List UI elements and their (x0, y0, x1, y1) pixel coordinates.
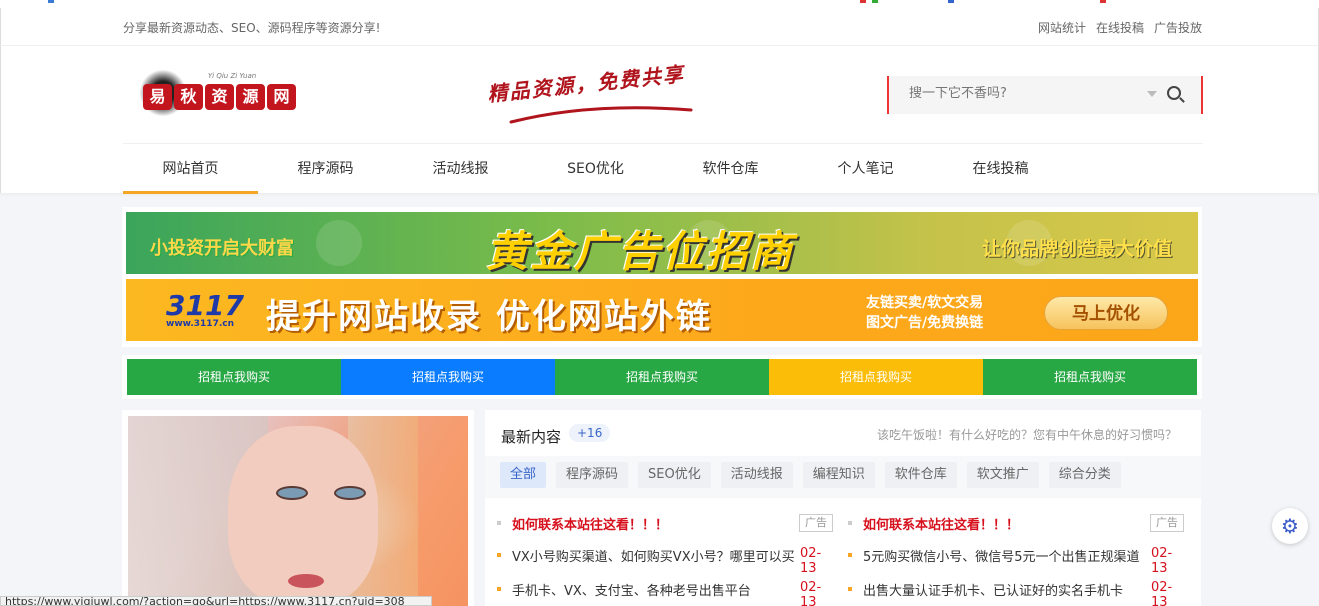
banner1-left-text: 小投资开启大财富 (150, 238, 294, 259)
search-icon[interactable] (1167, 86, 1181, 100)
gold-ad-banner[interactable]: 小投资开启大财富 黄金广告位招商 让你品牌创造最大价值 (126, 212, 1198, 274)
latest-count-badge: +16 (569, 424, 611, 442)
list-item: 出售大量认证手机卡、已认证好的实名手机卡 02-13 (848, 580, 1188, 606)
bullet-icon (848, 521, 852, 525)
rent-slot-button[interactable]: 招租点我购买 (769, 359, 983, 395)
post-title[interactable]: VX小号购买渠道、如何购买VX小号？哪里可以买 (512, 546, 797, 565)
rent-slot-button[interactable]: 招租点我购买 (341, 359, 555, 395)
banner-area: 小投资开启大财富 黄金广告位招商 让你品牌创造最大价值 3117 www.311… (122, 207, 1202, 347)
latest-title: 最新内容 (501, 428, 562, 446)
post-date: 02-13 (1151, 580, 1173, 606)
banner2-brand: 3117 (166, 289, 244, 322)
browser-fragment (860, 0, 866, 3)
banner1-headline: 黄金广告位招商 (486, 227, 795, 274)
rent-slot-button[interactable]: 招租点我购买 (127, 359, 341, 395)
tab-all[interactable]: 全部 (500, 462, 547, 488)
nav-item-software[interactable]: 软件仓库 (663, 144, 798, 193)
logo-characters: 易 秋 资 源 网 (143, 84, 296, 110)
post-date: 02-13 (1151, 546, 1173, 576)
latest-content-panel: 最新内容 +16 该吃午饭啦！有什么好吃的？您有中午休息的好习惯吗？ 全部 程序… (485, 410, 1201, 606)
bullet-icon (497, 587, 501, 591)
bullet-icon (848, 553, 852, 557)
tab-software[interactable]: 软件仓库 (884, 462, 957, 488)
banner2-headline: 提升网站收录 优化网站外链 (266, 297, 712, 337)
post-title[interactable]: 出售大量认证手机卡、已认证好的实名手机卡 (863, 580, 1148, 599)
gear-icon[interactable]: ⚙ (1272, 508, 1308, 544)
nav-item-source-code[interactable]: 程序源码 (258, 144, 393, 193)
site-logo[interactable]: Yi Qiu Zi Yuan 易 秋 资 源 网 (133, 64, 296, 122)
rent-slot-button[interactable]: 招租点我购买 (983, 359, 1197, 395)
logo-char: 资 (205, 84, 234, 110)
smiley-icon (316, 220, 362, 266)
category-tabs: 全部 程序源码 SEO优化 活动线报 编程知识 软件仓库 软文推广 综合分类 (485, 456, 1201, 498)
rent-slot-button[interactable]: 招租点我购买 (555, 359, 769, 395)
post-date: 02-13 (800, 546, 822, 576)
list-item: 如何联系本站往这看！！！ 广告 (497, 514, 837, 534)
top-link-submit[interactable]: 在线投稿 (1096, 19, 1144, 36)
logo-char: 网 (267, 84, 296, 110)
ad-badge: 广告 (1150, 514, 1184, 532)
top-link-ads[interactable]: 广告投放 (1154, 19, 1202, 36)
tab-misc[interactable]: 综合分类 (1048, 462, 1121, 488)
slogan-calligraphy: 精品资源，免费共享 (471, 60, 711, 130)
post-date: 02-13 (800, 580, 822, 606)
top-link-stats[interactable]: 网站统计 (1038, 19, 1086, 36)
seo-ad-banner[interactable]: 3117 www.3117.cn 提升网站收录 优化网站外链 友链买卖/软文交易… (126, 279, 1198, 341)
portrait-lips (288, 574, 324, 588)
banner2-side-line: 友链买卖/软文交易 (866, 295, 984, 311)
list-item: VX小号购买渠道、如何购买VX小号？哪里可以买 02-13 (497, 546, 837, 576)
post-title[interactable]: 手机卡、VX、支付宝、各种老号出售平台 (512, 580, 797, 599)
banner2-side-text: 友链买卖/软文交易 图文广告/免费换链 (866, 293, 983, 333)
portrait-eye (334, 486, 366, 500)
list-item: 如何联系本站往这看！！！ 广告 (848, 514, 1188, 534)
ad-badge: 广告 (799, 514, 833, 532)
tab-seo[interactable]: SEO优化 (638, 462, 711, 488)
list-item: 手机卡、VX、支付宝、各种老号出售平台 02-13 (497, 580, 837, 606)
logo-subtext: Yi Qiu Zi Yuan (208, 72, 257, 80)
featured-image-card[interactable] (122, 410, 474, 606)
logo-char: 秋 (174, 84, 203, 110)
logo-char: 易 (143, 84, 172, 110)
browser-fragment (872, 0, 878, 3)
browser-status-bar: https://www.yiqiuwl.com/?action=go&url=h… (0, 596, 432, 606)
top-bar: 分享最新资源动态、SEO、源码程序等资源分享! 网站统计 在线投稿 广告投放 (0, 8, 1319, 46)
bullet-icon (497, 553, 501, 557)
portrait-eye (276, 486, 308, 500)
banner1-right-text: 让你品牌创造最大价值 (981, 238, 1172, 260)
search-input[interactable] (909, 86, 1139, 101)
logo-char: 源 (236, 84, 265, 110)
site-slogan: 分享最新资源动态、SEO、源码程序等资源分享! (123, 21, 381, 35)
nav-item-submit[interactable]: 在线投稿 (933, 144, 1068, 193)
nav-item-notes[interactable]: 个人笔记 (798, 144, 933, 193)
rent-slots: 招租点我购买 招租点我购买 招租点我购买 招租点我购买 招租点我购买 (122, 355, 1202, 399)
browser-fragment (1100, 0, 1106, 3)
nav-item-seo[interactable]: SEO优化 (528, 144, 663, 193)
banner2-url: www.3117.cn (166, 319, 234, 329)
search-box (887, 76, 1203, 114)
brush-stroke-icon (509, 106, 693, 124)
tab-deals[interactable]: 活动线报 (720, 462, 793, 488)
tab-source-code[interactable]: 程序源码 (556, 462, 629, 488)
main-nav: 网站首页 程序源码 活动线报 SEO优化 软件仓库 个人笔记 在线投稿 (123, 143, 1203, 194)
bullet-icon (848, 587, 852, 591)
post-title[interactable]: 如何联系本站往这看！！！ (512, 514, 797, 533)
nav-item-deals[interactable]: 活动线报 (393, 144, 528, 193)
optimize-now-button[interactable]: 马上优化 (1044, 296, 1168, 330)
top-links: 网站统计 在线投稿 广告投放 (1038, 19, 1202, 36)
post-title[interactable]: 5元购买微信小号、微信号5元一个出售正规渠道 (863, 546, 1148, 565)
latest-tip: 该吃午饭啦！有什么好吃的？您有中午休息的好习惯吗？ (876, 428, 1177, 442)
bullet-icon (497, 521, 501, 525)
banner2-side-line: 图文广告/免费换链 (866, 315, 984, 331)
tab-programming[interactable]: 编程知识 (802, 462, 875, 488)
tab-promo[interactable]: 软文推广 (966, 462, 1039, 488)
browser-strip (0, 0, 1319, 8)
chevron-down-icon[interactable] (1147, 91, 1157, 97)
featured-portrait-image (128, 416, 468, 606)
site-header: Yi Qiu Zi Yuan 易 秋 资 源 网 精品资源，免费共享 网站首页 … (0, 46, 1319, 194)
nav-item-home[interactable]: 网站首页 (123, 144, 258, 194)
browser-fragment (48, 0, 54, 3)
post-title[interactable]: 如何联系本站往这看！！！ (863, 514, 1148, 533)
browser-fragment (948, 0, 954, 3)
list-item: 5元购买微信小号、微信号5元一个出售正规渠道 02-13 (848, 546, 1188, 576)
